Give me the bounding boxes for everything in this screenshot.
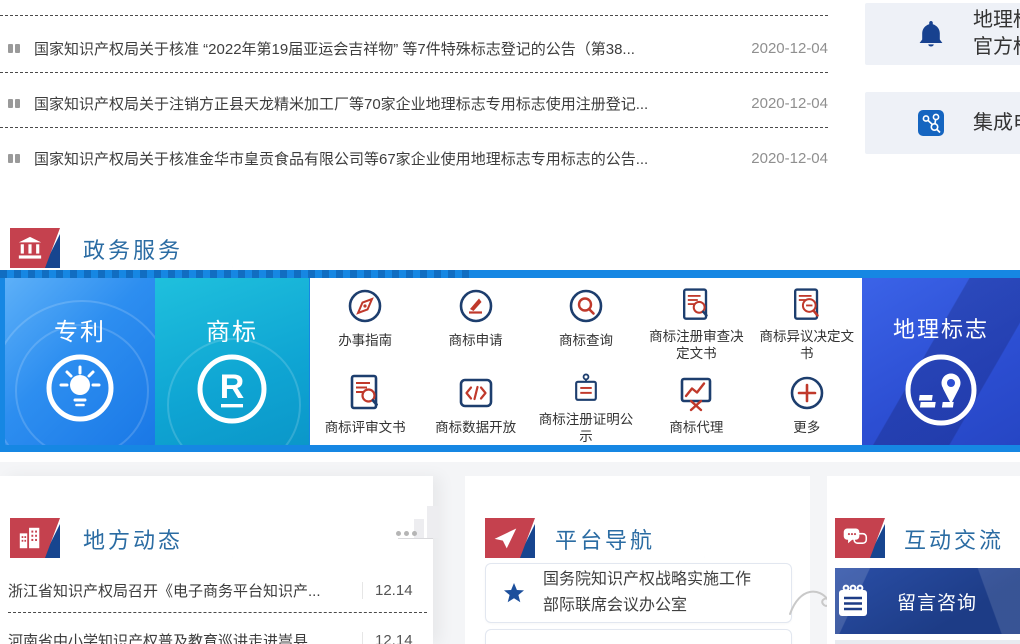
announcement-title[interactable]: 国家知识产权局关于注销方正县天龙精米加工厂等70家企业地理标志专用标志使用注册登… [34, 93, 741, 114]
quick-link-integrated-circuit[interactable]: 集成电 [865, 92, 1020, 154]
service-trademark-apply[interactable]: 商标申请 [420, 278, 530, 362]
pen-icon [454, 285, 498, 329]
quick-link-label: 集成电 [973, 110, 1020, 137]
badge-icon [564, 372, 608, 408]
patent-card[interactable]: 专利 [5, 278, 155, 445]
service-guide[interactable]: 办事指南 [310, 278, 420, 362]
geo-card-label: 地理标志 [862, 312, 1020, 344]
quick-link-label: 地理标 [973, 7, 1020, 34]
section-title: 政务服务 [83, 233, 183, 265]
code-icon [454, 372, 498, 416]
local-news-date: 12.14 [362, 582, 427, 599]
service-label: 商标评审文书 [325, 419, 406, 436]
interaction-flag [835, 518, 885, 558]
bell-icon [917, 19, 945, 49]
plus-icon [785, 372, 829, 416]
announcement-date: 2020-12-04 [751, 40, 828, 57]
star-icon [503, 582, 525, 604]
local-news-header: 地方动态 [55, 520, 233, 558]
registered-symbol: R [220, 368, 245, 406]
patent-card-label: 专利 [5, 312, 155, 347]
local-news-title[interactable]: 河南省中小学知识产权普及教育巡讲走进嵩县 [8, 630, 354, 644]
next-banner-partial [835, 640, 1020, 644]
services-grid: 办事指南 商标申请 商标查询 [310, 278, 862, 445]
local-news-item[interactable]: 河南省中小学知识产权普及教育巡讲走进嵩县 12.14 [8, 628, 427, 644]
chart-board-icon [674, 372, 718, 416]
geo-indication-card[interactable]: 地理标志 [862, 278, 1020, 445]
service-trademark-agency[interactable]: 商标代理 [641, 362, 751, 445]
local-news-title[interactable]: 浙江省知识产权局召开《电子商务平台知识产... [8, 580, 354, 601]
service-more[interactable]: 更多 [752, 362, 862, 445]
service-review-docs[interactable]: 商标评审文书 [310, 362, 420, 445]
services-band: 专利 商标 R [0, 270, 1020, 452]
trademark-card[interactable]: 商标 R [155, 278, 309, 445]
paper-plane-icon [492, 525, 518, 551]
portal-page: 国家知识产权局关于核准 “2022年第19届亚运会吉祥物” 等7件特殊标志登记的… [0, 0, 1020, 644]
quick-link-label: 官方标 [973, 34, 1020, 61]
service-label: 商标申请 [449, 332, 503, 349]
announcement-title[interactable]: 国家知识产权局关于核准金华市皇贡食品有限公司等67家企业使用地理标志专用标志的公… [34, 148, 741, 169]
service-registration-certificate[interactable]: 商标注册证明公示 [531, 362, 641, 445]
local-news-flag [10, 518, 60, 558]
divider [0, 15, 828, 16]
section-title: 地方动态 [83, 523, 183, 555]
service-data-open[interactable]: 商标数据开放 [420, 362, 530, 445]
document-search-icon [674, 285, 718, 325]
platform-nav-flag [485, 518, 535, 558]
band-texture [0, 270, 470, 278]
service-label: 商标查询 [559, 332, 613, 349]
network-icon [917, 109, 945, 137]
registered-trademark-icon: R [195, 350, 269, 434]
list-bullet-icon [8, 154, 20, 163]
document-search-icon [343, 372, 387, 416]
local-news-date: 12.14 [362, 632, 427, 644]
service-label: 更多 [793, 419, 820, 436]
announcement-title[interactable]: 国家知识产权局关于核准 “2022年第19届亚运会吉祥物” 等7件特殊标志登记的… [34, 38, 741, 59]
divider [0, 72, 828, 73]
services-section-flag [10, 228, 60, 268]
service-label: 商标异议决定文书 [756, 328, 858, 362]
trademark-card-label: 商标 [155, 312, 309, 347]
service-registration-decision-docs[interactable]: 商标注册审查决定文书 [641, 278, 751, 362]
government-building-icon [17, 235, 43, 261]
search-icon [564, 285, 608, 329]
services-section-header: 政务服务 [55, 230, 233, 268]
lightbulb-icon [44, 350, 116, 434]
notepad-icon [835, 582, 871, 620]
list-bullet-icon [8, 99, 20, 108]
platform-nav-item-partial[interactable] [485, 629, 792, 644]
section-title: 互动交流 [904, 523, 1004, 555]
chat-bubbles-icon [842, 525, 868, 551]
announcement-date: 2020-12-04 [751, 150, 828, 167]
divider [8, 612, 427, 613]
service-opposition-decision-docs[interactable]: 商标异议决定文书 [752, 278, 862, 362]
service-trademark-search[interactable]: 商标查询 [531, 278, 641, 362]
local-news-item[interactable]: 浙江省知识产权局召开《电子商务平台知识产... 12.14 [8, 578, 427, 602]
document-search-icon [785, 285, 829, 325]
platform-nav-header: 平台导航 [530, 520, 705, 558]
platform-nav-item-label: 国务院知识产权战略实施工作部际联席会议办公室 [543, 567, 763, 619]
more-menu-icon[interactable] [396, 531, 417, 536]
platform-nav-item[interactable]: 国务院知识产权战略实施工作部际联席会议办公室 [485, 563, 792, 623]
section-title: 平台导航 [555, 523, 655, 555]
map-pin-icon [901, 350, 981, 434]
message-consult-label: 留言咨询 [897, 588, 977, 615]
list-bullet-icon [8, 44, 20, 53]
city-buildings-icon [17, 525, 43, 551]
message-consult-banner[interactable]: 留言咨询 [835, 568, 1020, 634]
announcement-date: 2020-12-04 [751, 95, 828, 112]
service-label: 商标注册证明公示 [535, 411, 637, 445]
announcement-item[interactable]: 国家知识产权局关于注销方正县天龙精米加工厂等70家企业地理标志专用标志使用注册登… [0, 91, 828, 115]
service-label: 商标代理 [669, 419, 723, 436]
divider [0, 127, 828, 128]
interaction-header: 互动交流 [878, 520, 1020, 558]
compass-icon [343, 285, 387, 329]
announcement-item[interactable]: 国家知识产权局关于核准 “2022年第19届亚运会吉祥物” 等7件特殊标志登记的… [0, 36, 828, 60]
service-label: 办事指南 [338, 332, 392, 349]
announcement-item[interactable]: 国家知识产权局关于核准金华市皇贡食品有限公司等67家企业使用地理标志专用标志的公… [0, 146, 828, 170]
service-label: 商标数据开放 [435, 419, 516, 436]
quick-link-geo-mark[interactable]: 地理标 官方标 [865, 3, 1020, 65]
service-label: 商标注册审查决定文书 [645, 328, 747, 362]
local-news-card [0, 476, 433, 644]
